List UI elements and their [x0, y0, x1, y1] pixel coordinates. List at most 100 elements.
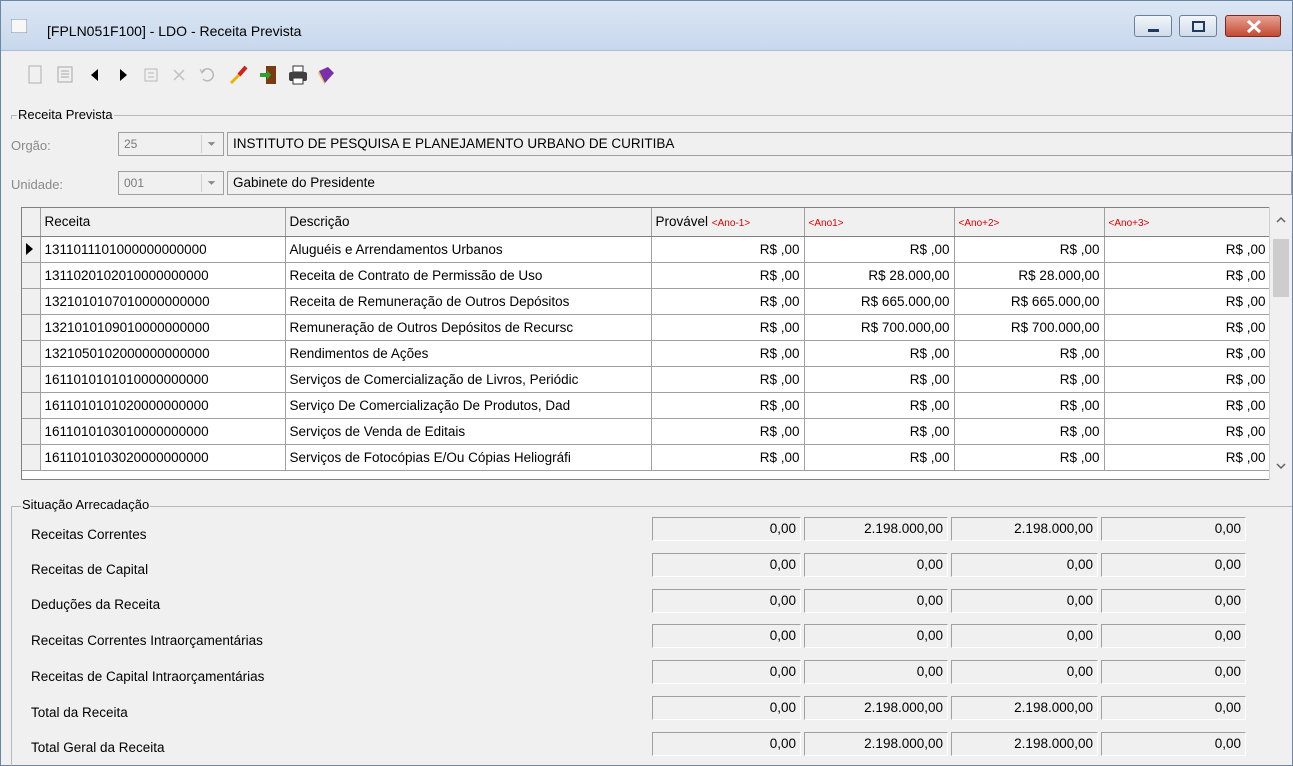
cell-receita[interactable]: 1321010107010000000000 — [40, 288, 286, 315]
title-bar: [FPLN051F100] - LDO - Receita Prevista — [1, 1, 1292, 51]
clear-icon[interactable] — [227, 63, 251, 87]
header-descricao[interactable]: Descrição — [285, 208, 652, 237]
maximize-button[interactable] — [1179, 15, 1217, 37]
cell-ano1[interactable]: R$ ,00 — [804, 444, 955, 471]
header-provavel[interactable]: Provável <Ano-1> — [651, 208, 805, 237]
table-row[interactable]: 1611010101020000000000 Serviço De Comerc… — [22, 392, 1271, 419]
cell-provavel[interactable]: R$ ,00 — [651, 444, 805, 471]
grid-vertical-scrollbar[interactable] — [1269, 207, 1291, 480]
undo-icon[interactable] — [195, 63, 219, 87]
next-icon[interactable] — [111, 63, 135, 87]
cell-ano1[interactable]: R$ 700.000,00 — [804, 314, 955, 341]
table-row[interactable]: 1311011101000000000000 Aluguéis e Arrend… — [22, 236, 1271, 263]
table-row[interactable]: 1321010109010000000000 Remuneração de Ou… — [22, 314, 1271, 341]
cell-provavel[interactable]: R$ ,00 — [651, 288, 805, 315]
table-row[interactable]: 1311020102010000000000 Receita de Contra… — [22, 262, 1271, 289]
cell-descricao[interactable]: Receita de Contrato de Permissão de Uso — [285, 262, 652, 289]
cell-descricao[interactable]: Receita de Remuneração de Outros Depósit… — [285, 288, 652, 315]
cell-ano3[interactable]: R$ ,00 — [1104, 288, 1271, 315]
situacao-row-label: Deduções da Receita — [31, 597, 161, 612]
cell-descricao[interactable]: Rendimentos de Ações — [285, 340, 652, 367]
cell-provavel[interactable]: R$ ,00 — [651, 366, 805, 393]
help-book-icon[interactable] — [314, 63, 338, 87]
cell-receita[interactable]: 1611010103020000000000 — [40, 444, 286, 471]
unidade-combo[interactable]: 001 — [118, 171, 224, 195]
cell-provavel[interactable]: R$ ,00 — [651, 262, 805, 289]
situacao-value-ano1: 0,00 — [804, 660, 948, 684]
cell-descricao[interactable]: Serviços de Fotocópias E/Ou Cópias Helio… — [285, 444, 652, 471]
cell-ano3[interactable]: R$ ,00 — [1104, 262, 1271, 289]
cell-ano3[interactable]: R$ ,00 — [1104, 340, 1271, 367]
chevron-down-icon[interactable] — [201, 135, 221, 153]
situacao-value-ano3: 0,00 — [1101, 660, 1246, 684]
cell-ano2[interactable]: R$ 700.000,00 — [954, 314, 1105, 341]
orgao-combo[interactable]: 25 — [118, 132, 224, 156]
table-row[interactable]: 1611010103020000000000 Serviços de Fotoc… — [22, 444, 1271, 471]
cell-ano1[interactable]: R$ ,00 — [804, 366, 955, 393]
chevron-up-icon[interactable] — [1273, 213, 1289, 227]
cell-ano3[interactable]: R$ ,00 — [1104, 392, 1271, 419]
cell-ano3[interactable]: R$ ,00 — [1104, 236, 1271, 263]
chevron-down-icon[interactable] — [201, 174, 221, 192]
print-icon[interactable] — [286, 63, 310, 87]
cell-ano1[interactable]: R$ ,00 — [804, 418, 955, 445]
cell-receita[interactable]: 1611010101020000000000 — [40, 392, 286, 419]
cell-ano2[interactable]: R$ ,00 — [954, 236, 1105, 263]
cell-ano3[interactable]: R$ ,00 — [1104, 366, 1271, 393]
cell-descricao[interactable]: Serviço De Comercialização De Produtos, … — [285, 392, 652, 419]
header-ano3[interactable]: <Ano+3> — [1104, 208, 1271, 237]
cell-ano2[interactable]: R$ ,00 — [954, 418, 1105, 445]
cell-ano1[interactable]: R$ ,00 — [804, 392, 955, 419]
cell-ano2[interactable]: R$ ,00 — [954, 340, 1105, 367]
cell-descricao[interactable]: Remuneração de Outros Depósitos de Recur… — [285, 314, 652, 341]
cell-receita[interactable]: 1321010109010000000000 — [40, 314, 286, 341]
cell-provavel[interactable]: R$ ,00 — [651, 236, 805, 263]
cell-ano2[interactable]: R$ ,00 — [954, 392, 1105, 419]
close-button[interactable] — [1225, 15, 1281, 37]
save-icon[interactable] — [53, 63, 77, 87]
cell-receita[interactable]: 1311011101000000000000 — [40, 236, 286, 263]
cell-receita[interactable]: 1611010103010000000000 — [40, 418, 286, 445]
cell-ano1[interactable]: R$ ,00 — [804, 236, 955, 263]
cell-ano1[interactable]: R$ ,00 — [804, 340, 955, 367]
cell-receita[interactable]: 1311020102010000000000 — [40, 262, 286, 289]
table-row[interactable]: 1611010103010000000000 Serviços de Venda… — [22, 418, 1271, 445]
window-title: [FPLN051F100] - LDO - Receita Prevista — [47, 23, 302, 39]
cell-provavel[interactable]: R$ ,00 — [651, 314, 805, 341]
minimize-button[interactable] — [1134, 15, 1172, 37]
cell-provavel[interactable]: R$ ,00 — [651, 392, 805, 419]
edit-icon[interactable] — [139, 63, 163, 87]
cell-descricao[interactable]: Serviços de Comercialização de Livros, P… — [285, 366, 652, 393]
cell-ano2[interactable]: R$ ,00 — [954, 444, 1105, 471]
prev-icon[interactable] — [83, 63, 107, 87]
situacao-value-ano3: 0,00 — [1101, 589, 1246, 613]
cell-provavel[interactable]: R$ ,00 — [651, 340, 805, 367]
header-receita[interactable]: Receita — [40, 208, 286, 237]
cell-ano3[interactable]: R$ ,00 — [1104, 418, 1271, 445]
maximize-icon — [1192, 21, 1205, 32]
table-row[interactable]: 1611010101010000000000 Serviços de Comer… — [22, 366, 1271, 393]
table-row[interactable]: 1321010107010000000000 Receita de Remune… — [22, 288, 1271, 315]
delete-icon[interactable] — [167, 63, 191, 87]
cell-ano1[interactable]: R$ 665.000,00 — [804, 288, 955, 315]
cell-descricao[interactable]: Serviços de Venda de Editais — [285, 418, 652, 445]
cell-ano2[interactable]: R$ 665.000,00 — [954, 288, 1105, 315]
header-ano1[interactable]: <Ano1> — [804, 208, 955, 237]
cell-receita[interactable]: 1611010101010000000000 — [40, 366, 286, 393]
cell-receita[interactable]: 1321050102000000000000 — [40, 340, 286, 367]
chevron-down-icon[interactable] — [1273, 459, 1289, 473]
header-ano2[interactable]: <Ano+2> — [954, 208, 1105, 237]
new-icon[interactable] — [23, 63, 47, 87]
cell-provavel[interactable]: R$ ,00 — [651, 418, 805, 445]
cell-ano3[interactable]: R$ ,00 — [1104, 314, 1271, 341]
cell-ano2[interactable]: R$ ,00 — [954, 366, 1105, 393]
cell-descricao[interactable]: Aluguéis e Arrendamentos Urbanos — [285, 236, 652, 263]
cell-ano3[interactable]: R$ ,00 — [1104, 444, 1271, 471]
cell-ano2[interactable]: R$ 28.000,00 — [954, 262, 1105, 289]
situacao-value-ano2: 0,00 — [951, 624, 1098, 648]
table-row[interactable]: 1321050102000000000000 Rendimentos de Aç… — [22, 340, 1271, 367]
cell-ano1[interactable]: R$ 28.000,00 — [804, 262, 955, 289]
exit-icon[interactable] — [257, 63, 281, 87]
row-indicator — [22, 444, 41, 471]
scrollbar-thumb[interactable] — [1273, 239, 1289, 297]
